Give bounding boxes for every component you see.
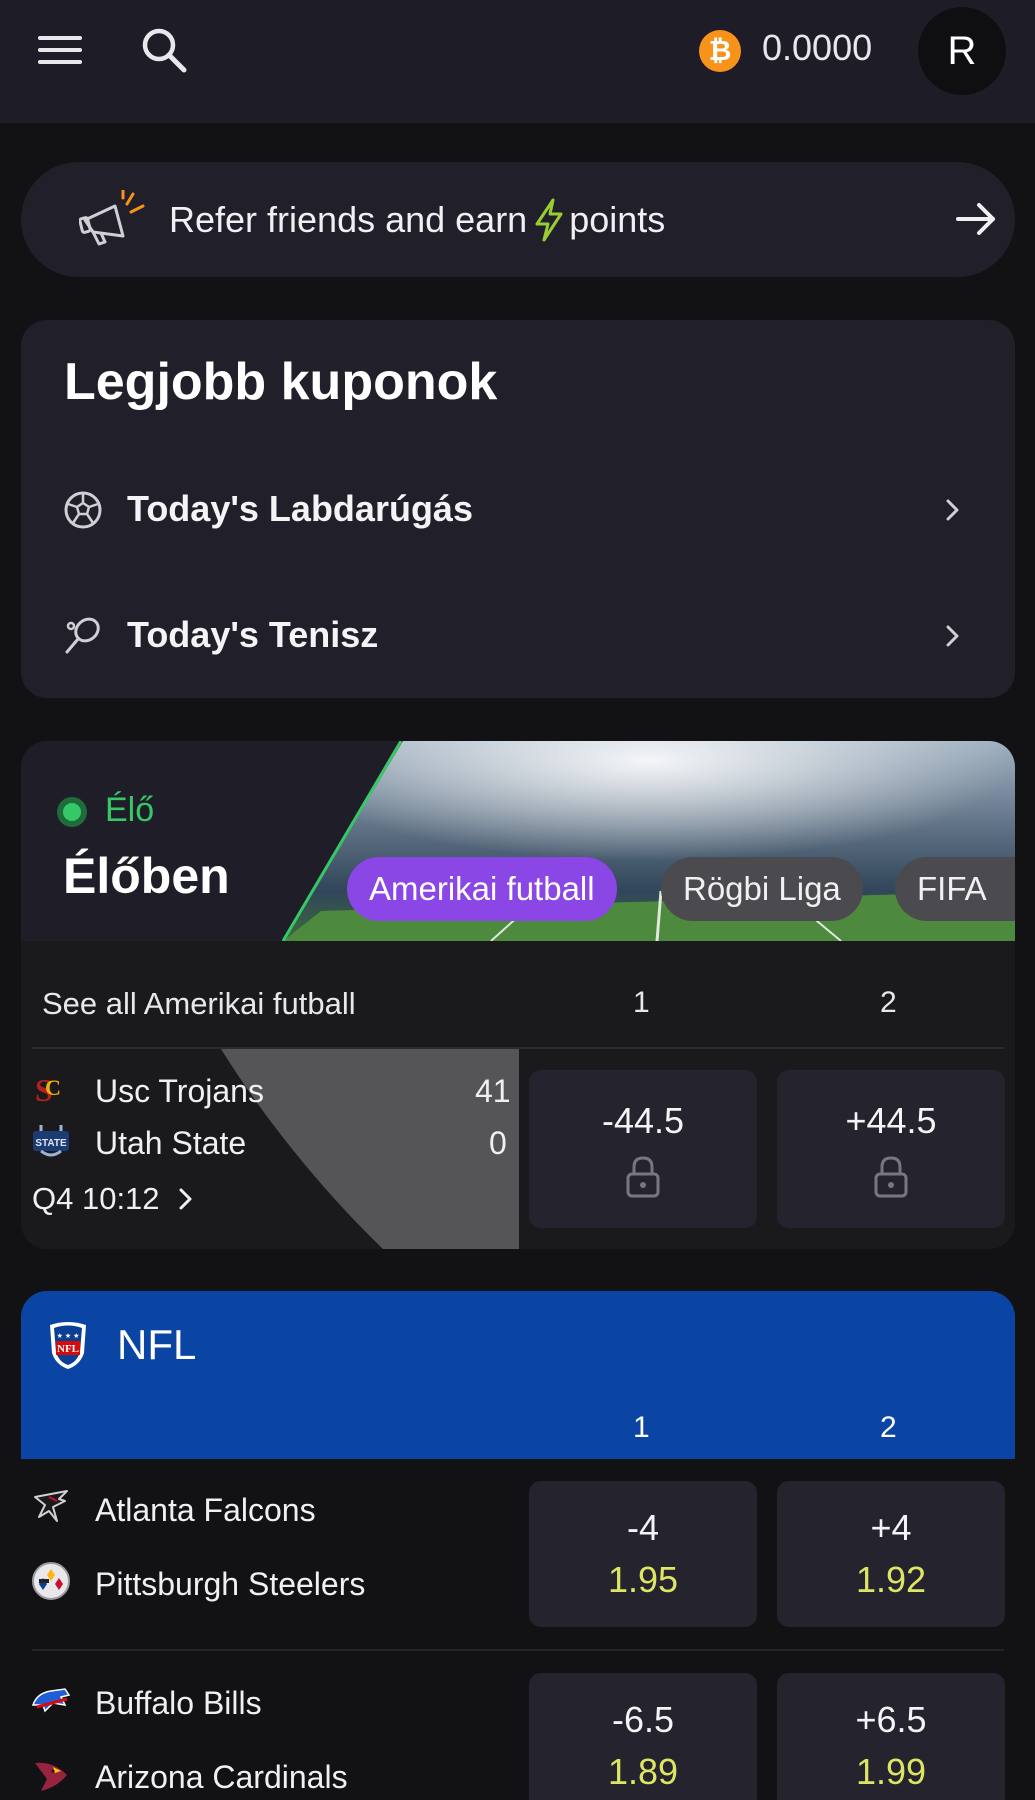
- menu-button[interactable]: [32, 22, 88, 78]
- coupon-item-label: Today's Labdarúgás: [127, 488, 473, 529]
- odds-button-1[interactable]: -44.5: [529, 1070, 757, 1228]
- odds-button-2[interactable]: +6.5 1.99: [777, 1673, 1005, 1800]
- odds-line: -44.5: [601, 1100, 685, 1141]
- usc-trojans-logo-icon: S C: [35, 1072, 61, 1108]
- team-score: 0: [489, 1125, 507, 1161]
- column-header-2: 2: [880, 986, 897, 1019]
- team-name: Utah State: [95, 1125, 247, 1161]
- pittsburgh-steelers-logo-icon: [32, 1562, 70, 1600]
- live-status-label: Élő: [105, 791, 155, 829]
- top-bar: ₿ 0.0000 R: [0, 0, 1035, 123]
- column-header-1: 1: [633, 1411, 650, 1444]
- odds-price: 1.92: [855, 1559, 927, 1600]
- chip-american-football[interactable]: Amerikai futball: [347, 857, 617, 921]
- coupon-item-label: Today's Tenisz: [127, 614, 379, 655]
- lightning-bolt-icon: [535, 198, 563, 242]
- column-header-2: 2: [880, 1411, 897, 1444]
- coupon-item-tennis[interactable]: Today's Tenisz: [21, 580, 1015, 690]
- live-match-row[interactable]: S C Usc Trojans 41 STATE Utah State 0 Q4…: [21, 1049, 519, 1249]
- live-header: Élő Élőben Amerikai futball Rögbi Liga F…: [21, 741, 1015, 941]
- svg-text:STATE: STATE: [35, 1138, 67, 1149]
- referral-text: Refer friends and earn: [169, 199, 528, 240]
- svg-text:NFL: NFL: [57, 1343, 79, 1355]
- team-name: Pittsburgh Steelers: [95, 1566, 366, 1602]
- odds-line: +44.5: [845, 1100, 937, 1141]
- nfl-match-row[interactable]: Atlanta Falcons Pittsburgh Steelers -4 1…: [21, 1459, 1015, 1651]
- match-clock-text: Q4 10:12: [32, 1181, 160, 1216]
- wallet-balance[interactable]: 0.0000: [762, 27, 872, 69]
- odds-price: 1.95: [607, 1559, 679, 1600]
- odds-price: 1.89: [607, 1751, 679, 1792]
- atlanta-falcons-logo-icon: [34, 1490, 68, 1522]
- referral-points-text: points: [569, 199, 666, 240]
- megaphone-icon: [79, 190, 145, 246]
- team-name: Atlanta Falcons: [95, 1492, 316, 1528]
- odds-price: 1.99: [855, 1751, 927, 1792]
- arizona-cardinals-logo-icon: [35, 1762, 67, 1791]
- live-section: Élő Élőben Amerikai futball Rögbi Liga F…: [21, 741, 1015, 1249]
- soccer-ball-icon: [64, 491, 102, 529]
- utah-state-logo-icon: STATE: [33, 1125, 69, 1157]
- search-button[interactable]: [136, 22, 192, 78]
- nfl-logo-icon: NFL ★ ★ ★: [50, 1322, 86, 1369]
- arrow-right-icon: [956, 203, 995, 235]
- odds-line: -6.5: [611, 1699, 675, 1740]
- live-title: Élőben: [63, 848, 230, 904]
- chip-fifa[interactable]: FIFA: [895, 857, 1015, 921]
- live-indicator-icon: [57, 797, 87, 827]
- odds-button-2[interactable]: +4 1.92: [777, 1481, 1005, 1627]
- odds-button-2[interactable]: +44.5: [777, 1070, 1005, 1228]
- tennis-racket-icon: [65, 617, 100, 654]
- team-name: Usc Trojans: [95, 1073, 264, 1109]
- referral-banner[interactable]: Refer friends and earn points: [21, 162, 1015, 277]
- search-icon: [142, 28, 187, 73]
- team-name: Arizona Cardinals: [95, 1759, 348, 1795]
- avatar[interactable]: R: [918, 7, 1006, 95]
- nfl-match-row[interactable]: Buffalo Bills Arizona Cardinals -6.5 1.8…: [21, 1651, 1015, 1800]
- odds-line: -4: [626, 1507, 659, 1548]
- bitcoin-icon: ₿: [699, 30, 741, 72]
- chevron-right-icon: [946, 625, 959, 647]
- nfl-league-header[interactable]: NFL ★ ★ ★ NFL 1 2: [21, 1291, 1015, 1459]
- chevron-right-icon: [946, 499, 959, 521]
- odds-line: +6.5: [855, 1699, 927, 1740]
- chevron-right-icon: [179, 1188, 192, 1210]
- svg-text:C: C: [45, 1075, 61, 1100]
- lock-icon: [626, 1156, 660, 1198]
- team-name: Buffalo Bills: [95, 1685, 262, 1721]
- chip-rugby-league[interactable]: Rögbi Liga: [661, 857, 863, 921]
- team-score: 41: [475, 1073, 511, 1109]
- coupon-item-soccer[interactable]: Today's Labdarúgás: [21, 454, 1015, 564]
- odds-line: +4: [870, 1507, 912, 1548]
- odds-button-1[interactable]: -6.5 1.89: [529, 1673, 757, 1800]
- nfl-title: NFL: [117, 1321, 197, 1368]
- match-clock[interactable]: Q4 10:12: [32, 1181, 196, 1217]
- odds-button-1[interactable]: -4 1.95: [529, 1481, 757, 1627]
- see-all-link[interactable]: See all Amerikai futball: [42, 986, 356, 1022]
- buffalo-bills-logo-icon: [31, 1688, 71, 1713]
- hamburger-icon: [38, 36, 82, 64]
- column-header-1: 1: [633, 986, 650, 1019]
- coupons-title: Legjobb kuponok: [64, 353, 498, 411]
- svg-text:★ ★ ★: ★ ★ ★: [57, 1332, 80, 1340]
- lock-icon: [874, 1156, 908, 1198]
